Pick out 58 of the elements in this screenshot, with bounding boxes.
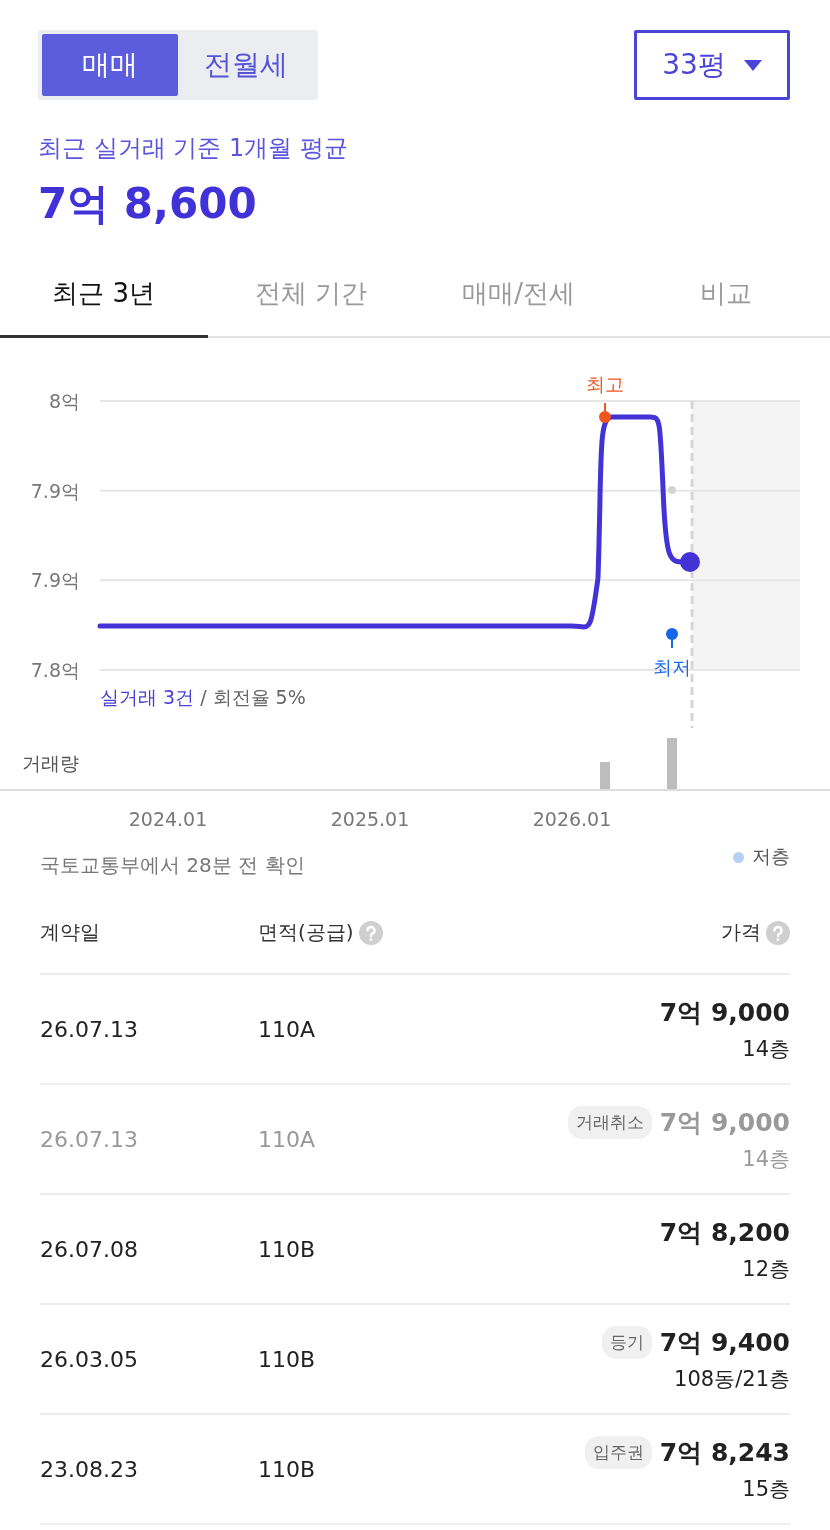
turnover-text: / 회전율 5% — [200, 686, 306, 708]
x-axis-label: 2026.01 — [532, 808, 612, 830]
y-axis-label: 7.8억 — [30, 659, 80, 681]
period-tab[interactable]: 매매/전세 — [415, 252, 623, 338]
deal-tag: 거래취소 — [567, 1105, 652, 1139]
deal-count-link[interactable]: 실거래 3건 — [100, 686, 195, 708]
legend-label: 저층 — [752, 844, 790, 869]
x-axis-label: 2025.01 — [330, 808, 410, 830]
area-cell-text: 110B — [258, 1346, 317, 1372]
volume-bar — [667, 738, 677, 790]
date-cell-text: 23.08.23 — [40, 1456, 139, 1482]
column-header: 면적(공급) — [258, 919, 354, 946]
column-header: 계약일 — [40, 919, 100, 946]
y-axis-label: 8억 — [48, 390, 80, 412]
trade-type-toggle[interactable]: 매매 — [42, 34, 178, 96]
y-axis-label: 7.9억 — [30, 569, 80, 592]
high-label: 최고 — [586, 373, 624, 395]
price-cell-text: 7억 9,400 — [659, 1326, 790, 1359]
volume-label: 거래량 — [22, 752, 79, 774]
area-cell-text: 110B — [258, 1456, 317, 1482]
date-cell-text: 26.07.08 — [40, 1236, 139, 1262]
floor-cell-text: 15층 — [742, 1475, 790, 1503]
trade-type-toggle[interactable]: 전월세 — [178, 34, 314, 96]
area-cell-text: 110A — [258, 1126, 317, 1152]
price-cell-text: 7억 8,200 — [659, 1216, 790, 1249]
area-cell-text: 110B — [258, 1236, 317, 1262]
floor-cell-text: 108동/21층 — [674, 1365, 790, 1393]
average-price: 7억 8,600 — [38, 178, 258, 230]
average-caption: 최근 실거래 기준 1개월 평균 — [38, 133, 349, 164]
x-axis-label: 2024.01 — [128, 808, 208, 830]
date-cell-text: 26.07.13 — [40, 1016, 139, 1042]
period-tab[interactable]: 최근 3년 — [0, 252, 208, 338]
floor-cell-text: 14층 — [742, 1035, 790, 1063]
period-tab[interactable]: 비교 — [622, 252, 830, 338]
date-cell-text: 26.07.13 — [40, 1126, 139, 1152]
source-note: 국토교통부에서 28분 전 확인 — [40, 852, 305, 879]
price-cell-text: 7억 9,000 — [659, 996, 790, 1029]
caret-icon — [743, 59, 762, 71]
volume-bar — [600, 762, 610, 790]
floor-cell-text: 12층 — [742, 1255, 790, 1283]
help-icon[interactable] — [766, 920, 790, 945]
column-header: 가격 — [721, 919, 761, 946]
floor-cell-text: 14층 — [742, 1145, 790, 1173]
area-cell-text: 110A — [258, 1016, 317, 1042]
deal-tag: 입주권 — [584, 1435, 652, 1469]
help-icon[interactable] — [358, 920, 383, 945]
low-marker — [666, 628, 678, 649]
y-axis-label: 7.9억 — [30, 479, 80, 502]
size-dropdown[interactable]: 33평 — [634, 30, 790, 100]
period-tab[interactable]: 전체 기간 — [207, 252, 415, 338]
deal-tag: 등기 — [601, 1325, 652, 1359]
date-cell-text: 26.03.05 — [40, 1346, 139, 1372]
price-cell-text: 7억 9,000 — [659, 1106, 790, 1139]
high-marker — [599, 402, 611, 423]
floor-point — [668, 486, 676, 494]
price-cell-text: 7억 8,243 — [659, 1436, 790, 1469]
low-label: 최저 — [653, 656, 691, 678]
latest-point — [680, 552, 700, 572]
